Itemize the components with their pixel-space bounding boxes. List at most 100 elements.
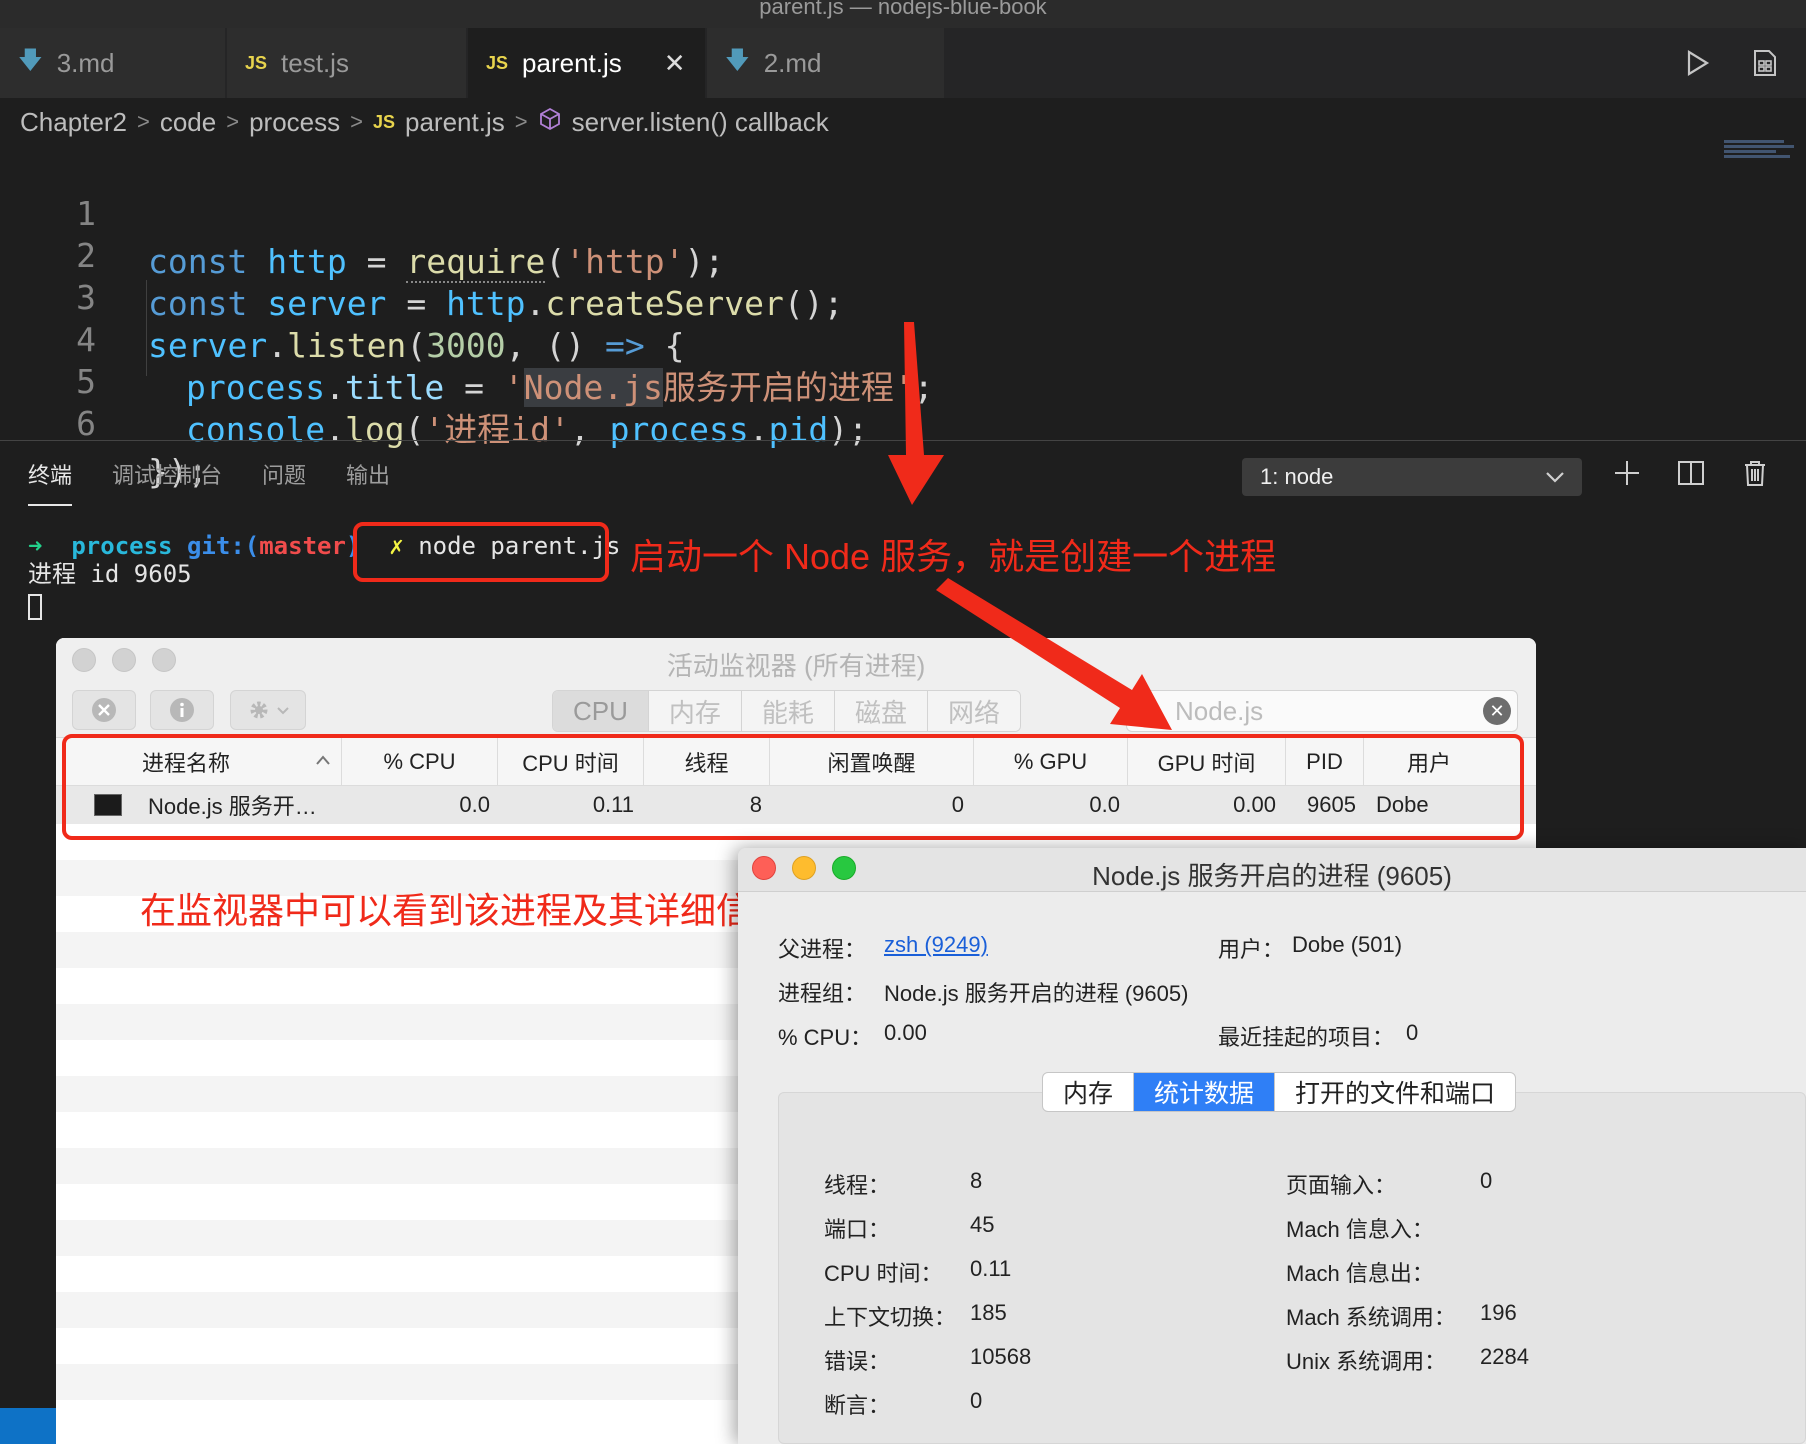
stat-label: Unix 系统调用： [1286, 1349, 1447, 1374]
am-title-bar[interactable]: 活动监视器 (所有进程) [56, 638, 1536, 682]
code-token: = [406, 284, 427, 323]
tab-energy[interactable]: 能耗 [741, 691, 835, 731]
js-icon: JS [372, 111, 396, 132]
tab-memory[interactable]: 内存 [1043, 1073, 1135, 1111]
code-token: , [569, 410, 610, 449]
search-input[interactable]: Node.js ✕ [1126, 690, 1518, 732]
close-icon[interactable]: ✕ [664, 48, 686, 79]
code-token: => [605, 326, 645, 365]
tab-terminal[interactable]: 终端 [28, 458, 73, 506]
tab-memory[interactable]: 内存 [648, 691, 742, 731]
stat-value: 10568 [970, 1344, 1032, 1369]
code-token: . [748, 410, 769, 449]
stat-value: 2284 [1480, 1344, 1529, 1369]
code-line: 4 process.title = 'Node.js服务开启的进程'; [0, 268, 934, 407]
prompt-branch: master [259, 532, 346, 560]
code-token: pid [768, 410, 829, 449]
stat-label: 端口： [824, 1217, 891, 1242]
code-line: 2 const server = http.createServer(); [0, 184, 843, 323]
open-preview-icon[interactable] [1750, 48, 1780, 78]
code-editor[interactable]: 1 const http = require('http'); 2 const … [0, 140, 1806, 491]
code-token: . [325, 368, 345, 407]
breadcrumb-item[interactable]: process [249, 107, 340, 138]
code-token: ); [828, 410, 868, 449]
annotation-monitor-note: 在监视器中可以看到该进程及其详细信息 [140, 890, 789, 931]
tab-output[interactable]: 输出 [346, 458, 390, 506]
tab-test-js[interactable]: JS test.js [227, 28, 467, 98]
code-token: . [325, 410, 345, 449]
code-token: ; [913, 368, 934, 407]
code-token: , () [505, 326, 606, 365]
tab-label: 2.md [763, 47, 822, 78]
code-token: '进程id' [424, 410, 570, 449]
stat-label: 断言： [824, 1393, 891, 1418]
code-token: log [344, 410, 405, 449]
highlight-box-command [353, 522, 609, 582]
code-token: = [444, 368, 504, 407]
tab-label: 3.md [56, 47, 115, 78]
terminal-cursor [28, 594, 42, 620]
stat-label: 错误： [824, 1349, 891, 1374]
parent-process-label: 父进程： [778, 937, 867, 962]
breadcrumb-item[interactable]: code [160, 107, 216, 138]
breadcrumb-item[interactable]: Chapter2 [20, 107, 127, 138]
stat-value: 0 [1480, 1168, 1493, 1193]
stat-label: 上下文切换： [824, 1305, 957, 1330]
stat-value: 185 [970, 1300, 1007, 1325]
stat-value: 8 [970, 1168, 983, 1193]
stat-label: Mach 信息出： [1286, 1261, 1434, 1286]
stat-value: 45 [970, 1212, 995, 1237]
tab-open-files-ports[interactable]: 打开的文件和端口 [1275, 1073, 1515, 1111]
code-token: 3000 [426, 326, 506, 365]
window-title-bar: parent.js — nodejs-blue-book [0, 0, 1806, 28]
panel-divider[interactable] [0, 440, 1806, 441]
clear-search-icon[interactable]: ✕ [1483, 697, 1511, 725]
code-line: 3 server.listen(3000, () => { [0, 226, 684, 365]
tab-statistics[interactable]: 统计数据 [1134, 1073, 1276, 1111]
terminal-select[interactable]: 1: node [1242, 458, 1582, 496]
quit-process-button[interactable] [72, 690, 136, 730]
parent-process-link[interactable]: zsh (9249) [884, 932, 988, 958]
breadcrumb: Chapter2 > code > process > JS parent.js… [20, 100, 829, 144]
code-line: 6 }); [0, 352, 207, 491]
user-label: 用户： [1218, 937, 1285, 962]
stat-value: 0.11 [970, 1256, 1012, 1281]
tab-label: parent.js [522, 47, 622, 78]
code-token: console [186, 410, 326, 449]
process-info-window[interactable]: Node.js 服务开启的进程 (9605) 父进程： zsh (9249) 用… [738, 848, 1806, 1444]
process-info-tabs: 内存 统计数据 打开的文件和端口 [1042, 1072, 1517, 1112]
tab-disk[interactable]: 磁盘 [834, 691, 928, 731]
suspended-value: 0 [1406, 1020, 1419, 1045]
tab-parent-js[interactable]: JS parent.js ✕ [468, 28, 706, 98]
tab-2-md[interactable]: 🡇 2.md [707, 28, 945, 98]
process-info-title-bar[interactable]: Node.js 服务开启的进程 (9605) [738, 848, 1806, 892]
tab-3-md[interactable]: 🡇 3.md [0, 28, 226, 98]
info-button[interactable] [150, 690, 214, 730]
user-value: Dobe (501) [1292, 932, 1403, 957]
code-line: 5 console.log('进程id', process.pid); [0, 310, 868, 449]
breadcrumb-item[interactable]: parent.js [405, 107, 505, 138]
code-token: http [446, 284, 526, 323]
tab-debug-console[interactable]: 调试控制台 [112, 458, 222, 506]
terminal-select-value: 1: node [1260, 464, 1334, 489]
code-token: (); [783, 284, 844, 323]
run-icon[interactable] [1682, 48, 1712, 78]
code-token: ); [684, 242, 725, 281]
tab-network[interactable]: 网络 [927, 691, 1020, 731]
code-token: server [267, 284, 387, 323]
code-token: 'http' [565, 242, 685, 281]
search-value: Node.js [1175, 695, 1264, 726]
code-token: { [644, 326, 685, 365]
split-terminal-icon[interactable] [1676, 458, 1706, 493]
markdown-arrow-icon: 🡇 [725, 46, 750, 74]
tab-cpu[interactable]: CPU [553, 691, 649, 731]
add-terminal-icon[interactable] [1612, 458, 1642, 493]
tab-problems[interactable]: 问题 [262, 458, 306, 506]
cpu-percent-label: % CPU： [778, 1025, 873, 1050]
trash-icon[interactable] [1740, 458, 1770, 493]
minimap[interactable] [1724, 140, 1794, 166]
breadcrumb-item[interactable]: server.listen() callback [572, 107, 829, 138]
stat-label: Mach 信息入： [1286, 1217, 1434, 1242]
highlight-box-process-row [62, 734, 1524, 840]
gear-menu-button[interactable] [230, 690, 306, 730]
